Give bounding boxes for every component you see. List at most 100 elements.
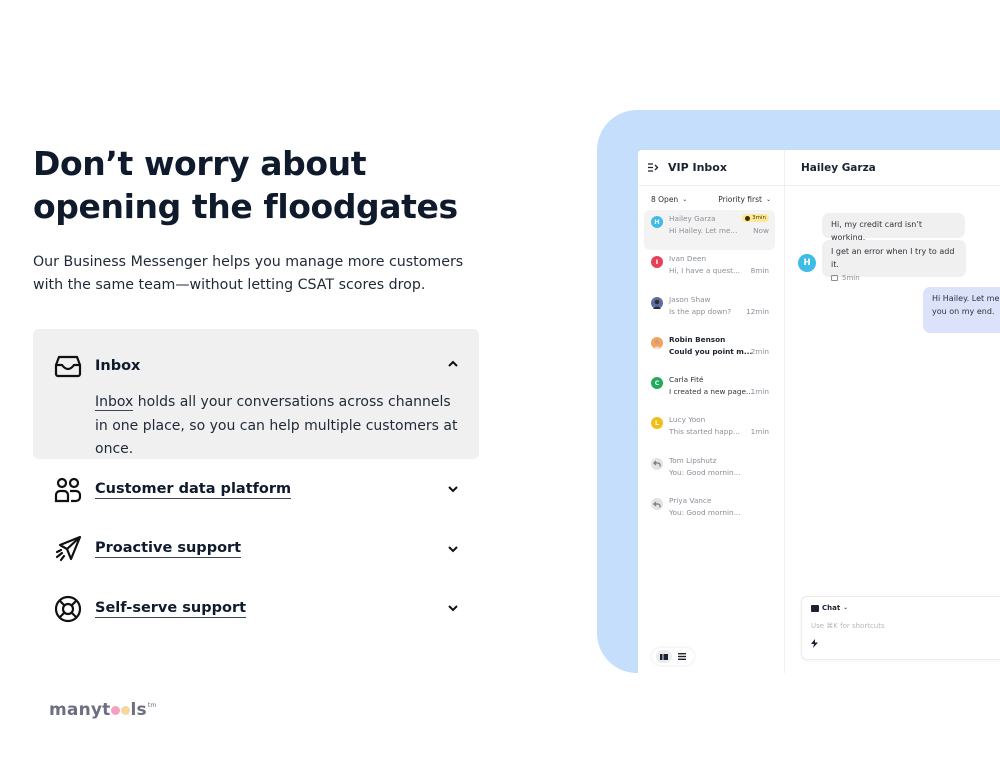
inbox-filters: 8 Open ⌄ Priority first ⌄ [638,186,784,204]
accordion-body-text: holds all your conversations across chan… [95,394,458,457]
messenger-app-window: VIP Inbox 8 Open ⌄ Priority first ⌄ H Hail… [638,150,1000,673]
inbox-panel: VIP Inbox 8 Open ⌄ Priority first ⌄ H Hail… [638,150,785,673]
conversation-item[interactable]: Jason Shaw Is the app down? 12min [644,291,775,331]
accordion-title: Proactive support [95,540,242,559]
sort-dropdown[interactable]: Priority first ⌄ [718,195,771,204]
inbox-link[interactable]: Inbox [95,394,134,411]
reply-icon [651,457,663,470]
conversation-header: Hailey Garza [785,150,1000,186]
message-text: you on my end. [932,306,995,316]
avatar: C [651,377,663,390]
logo-trademark: tm [147,702,157,709]
customer-avatar: H [798,254,816,272]
conversation-preview: Hi Hailey. Let me... [669,226,738,235]
lifebuoy-icon [53,594,83,624]
conversation-name: Robin Benson [669,334,726,344]
avatar-photo [651,336,663,349]
conversation-item[interactable]: Robin Benson Could you point m... 2min [644,331,775,371]
inbox-header: VIP Inbox [638,150,784,186]
message-composer[interactable]: Chat ⌄ Use ⌘K for shortcuts [801,596,1000,660]
message-text: Hi Hailey. Let me c [932,294,1000,303]
agent-message: Hi Hailey. Let me c you on my end. [923,287,1000,333]
split-view-button[interactable] [656,650,672,663]
conversation-preview: Could you point m... [669,346,753,356]
avatar: L [651,417,663,430]
conversation-name: Hailey Garza [669,214,716,223]
composer-placeholder: Use ⌘K for shortcuts [811,622,885,630]
chevron-down-icon[interactable] [447,484,459,496]
sla-badge: 3min [742,214,769,222]
logo-dot-pink [111,706,120,715]
reply-icon [651,498,663,511]
accordion-title: Self-serve support [95,599,247,618]
conversation-name: Lucy Yoon [669,415,706,425]
feature-accordion: Inbox Inbox holds all your conversations… [33,329,479,639]
open-filter-dropdown[interactable]: 8 Open ⌄ [651,195,687,204]
chevron-down-icon: ⌄ [682,196,688,203]
chat-icon [811,604,819,612]
conversation-preview: Hi, I have a quest... [669,266,741,276]
conversation-list: H Hailey Garza 3min Hi Hailey. Let me...… [638,210,784,532]
avatar: I [651,256,663,269]
conversation-item[interactable]: L Lucy Yoon This started happ... 1min [644,411,775,451]
conversation-item[interactable]: C Carla Fité I created a new page... 1mi… [644,371,775,411]
sort-label: Priority first [718,195,762,204]
inbox-tray-icon [53,351,83,381]
view-toggle [652,648,694,665]
chevron-up-icon[interactable] [447,357,459,369]
lightning-icon[interactable] [811,639,1000,651]
customer-message: Hi, my credit card isn’t working. [822,213,965,242]
accordion-title: Customer data platform [95,480,292,499]
conversation-item[interactable]: Priya Vance You: Good mornin... [644,492,775,532]
message-icon [831,275,838,282]
conversation-name: Carla Fité [669,375,704,385]
conversation-preview: This started happ... [669,427,740,437]
avatar: H [651,216,663,228]
inbox-title: VIP Inbox [668,161,727,174]
message-meta: 5min [831,272,957,285]
conversation-panel: Hailey Garza Hi, my credit card isn’t wo… [785,150,1000,673]
accordion-body: Inbox holds all your conversations acros… [95,391,465,462]
accordion-title: Inbox [95,358,141,374]
message-text: I get an error when I try to add it. [831,247,955,269]
conversation-preview: You: Good mornin... [669,467,741,477]
channel-selector[interactable]: Chat ⌄ [811,604,1000,612]
conversation-time: 1min [750,387,769,397]
conversation-item[interactable]: H Hailey Garza 3min Hi Hailey. Let me...… [644,210,775,251]
list-view-button[interactable] [674,650,690,663]
channel-label: Chat [822,604,841,612]
conversation-preview: You: Good mornin... [669,508,741,518]
logo-text: ls [130,700,147,720]
collapse-menu-icon[interactable] [648,163,660,172]
accordion-item-customer-data-platform[interactable]: Customer data platform [33,460,479,520]
conversation-item[interactable]: I Ivan Deen Hi, I have a quest... 8min [644,250,775,290]
conversation-preview: Is the app down? [669,306,732,316]
accordion-item-proactive-support[interactable]: Proactive support [33,520,479,580]
page-headline: Don’t worry about opening the floodgates [33,144,458,226]
sla-badge-text: 3min [752,215,766,221]
logo-dot-yellow [121,706,130,715]
users-icon [53,475,83,505]
conversation-name: Jason Shaw [669,294,711,304]
open-filter-label: 8 Open [651,195,679,204]
conversation-time: 2min [750,346,769,356]
manytools-logo: manyt ls tm [49,700,156,720]
logo-text: manyt [49,700,111,720]
conversation-name: Tom Lipshutz [669,455,717,465]
conversation-name: Priya Vance [669,496,712,506]
message-time: 5min [842,274,860,282]
conversation-item[interactable]: Tom Lipshutz You: Good mornin... [644,452,775,492]
accordion-item-inbox[interactable]: Inbox Inbox holds all your conversations… [33,329,479,459]
page-subtext: Our Business Messenger helps you manage … [33,254,464,293]
conversation-title: Hailey Garza [801,161,876,174]
conversation-time: 8min [750,266,769,276]
chevron-down-icon[interactable] [447,543,459,555]
conversation-time: 12min [745,306,769,316]
accordion-item-self-serve-support[interactable]: Self-serve support [33,579,479,639]
conversation-time: 1min [750,427,769,437]
avatar-photo [651,296,663,309]
chevron-down-icon[interactable] [447,603,459,615]
conversation-preview: I created a new page... [669,387,753,397]
clock-icon [745,215,751,221]
conversation-time: Now [753,226,769,235]
